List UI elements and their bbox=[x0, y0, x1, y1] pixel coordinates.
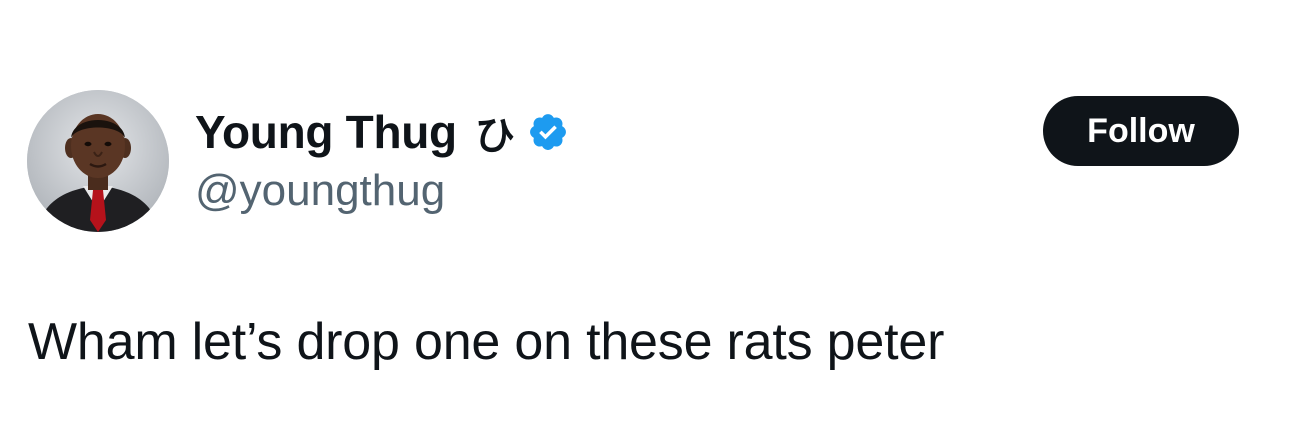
avatar[interactable] bbox=[27, 90, 169, 232]
author-handle[interactable]: @youngthug bbox=[195, 166, 445, 216]
avatar-image bbox=[27, 90, 169, 232]
verified-badge-icon bbox=[527, 111, 569, 153]
author-name-row: Young Thug ひ bbox=[195, 104, 569, 160]
follow-button[interactable]: Follow bbox=[1043, 96, 1239, 166]
author-name-glyph: ひ bbox=[474, 113, 515, 159]
author-display-name[interactable]: Young Thug bbox=[195, 105, 457, 159]
tweet-card: Young Thug ひ @youngthug Follow Wham let’… bbox=[0, 0, 1290, 430]
tweet-text: Wham let’s drop one on these rats peter bbox=[28, 313, 945, 371]
